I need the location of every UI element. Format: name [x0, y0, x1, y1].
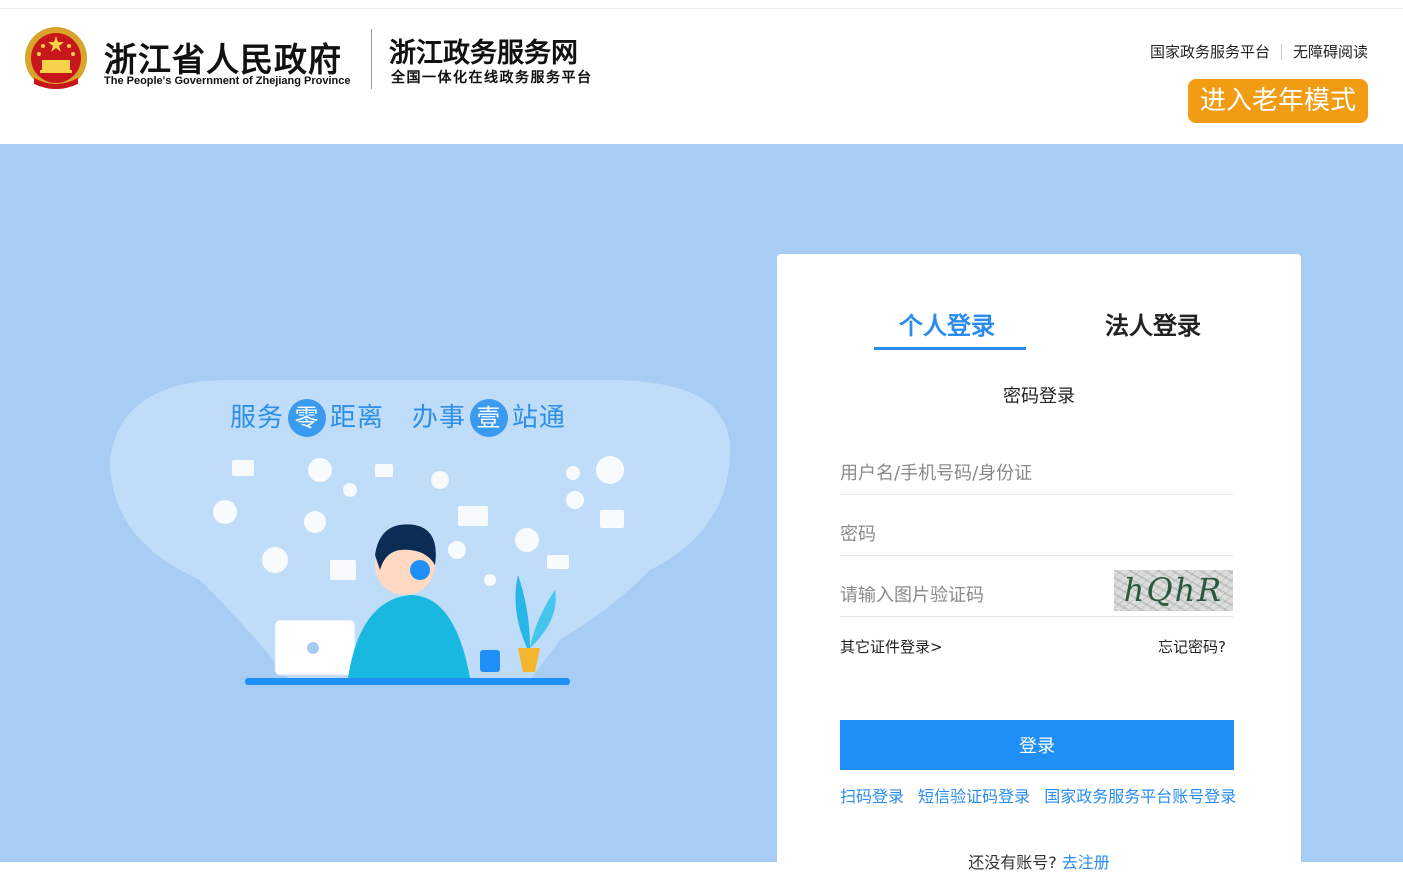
link-divider	[1280, 43, 1282, 60]
site-subtitle: 全国一体化在线政务服务平台	[391, 70, 593, 86]
login-card: 个人登录 法人登录 密码登录 hQhR 其它证件登录> 忘记密码? 登录 扫码登…	[777, 254, 1301, 874]
national-account-login-link[interactable]: 国家政务服务平台账号登录	[1044, 787, 1236, 806]
sms-login-link[interactable]: 短信验证码登录	[918, 787, 1030, 806]
captcha-image[interactable]: hQhR	[1114, 570, 1233, 611]
active-tab-indicator	[874, 347, 1026, 350]
forgot-password-link[interactable]: 忘记密码?	[1158, 636, 1226, 657]
slogan-part4: 站通	[511, 403, 566, 433]
site-header: 浙江省人民政府 The People's Government of Zheji…	[0, 9, 1403, 144]
elder-mode-button[interactable]: 进入老年模式	[1188, 79, 1368, 123]
slogan-part3: 办事	[411, 403, 466, 433]
alt-login-links: 扫码登录 短信验证码登录 国家政务服务平台账号登录	[840, 783, 1245, 807]
link-accessibility[interactable]: 无障碍阅读	[1293, 41, 1368, 62]
link-national-platform[interactable]: 国家政务服务平台	[1150, 41, 1270, 62]
qr-login-link[interactable]: 扫码登录	[840, 787, 904, 806]
top-links: 国家政务服务平台 无障碍阅读	[1150, 41, 1368, 62]
national-emblem-icon	[25, 27, 87, 89]
main-banner: 服务零距离 办事壹站通 个人登录 法人登录 密码登录 hQhR 其它证件登录> …	[0, 144, 1403, 874]
slogan-part1: 服务	[230, 403, 285, 433]
login-button[interactable]: 登录	[840, 720, 1234, 770]
slogan-part2: 距离	[330, 403, 385, 433]
gov-title: 浙江省人民政府	[104, 40, 342, 79]
tab-legal-login[interactable]: 法人登录	[1105, 306, 1201, 341]
top-strip	[0, 0, 1403, 9]
captcha-text: hQhR	[1123, 571, 1224, 609]
tab-personal-login[interactable]: 个人登录	[899, 306, 995, 341]
gov-subtitle: The People's Government of Zhejiang Prov…	[104, 75, 351, 87]
slogan-circle-one: 壹	[469, 399, 508, 437]
register-link[interactable]: 去注册	[1062, 853, 1110, 872]
register-prompt: 还没有账号? 去注册	[777, 849, 1301, 873]
slogan: 服务零距离 办事壹站通	[230, 397, 566, 437]
other-cert-login-link[interactable]: 其它证件登录>	[840, 636, 943, 657]
register-prompt-text: 还没有账号?	[968, 853, 1057, 872]
slogan-circle-zero: 零	[288, 399, 327, 437]
username-input[interactable]	[840, 453, 1233, 495]
header-divider	[371, 29, 372, 89]
site-title[interactable]: 浙江政务服务网	[389, 31, 578, 70]
password-input[interactable]	[840, 514, 1233, 556]
login-method-title: 密码登录	[1003, 386, 1075, 407]
